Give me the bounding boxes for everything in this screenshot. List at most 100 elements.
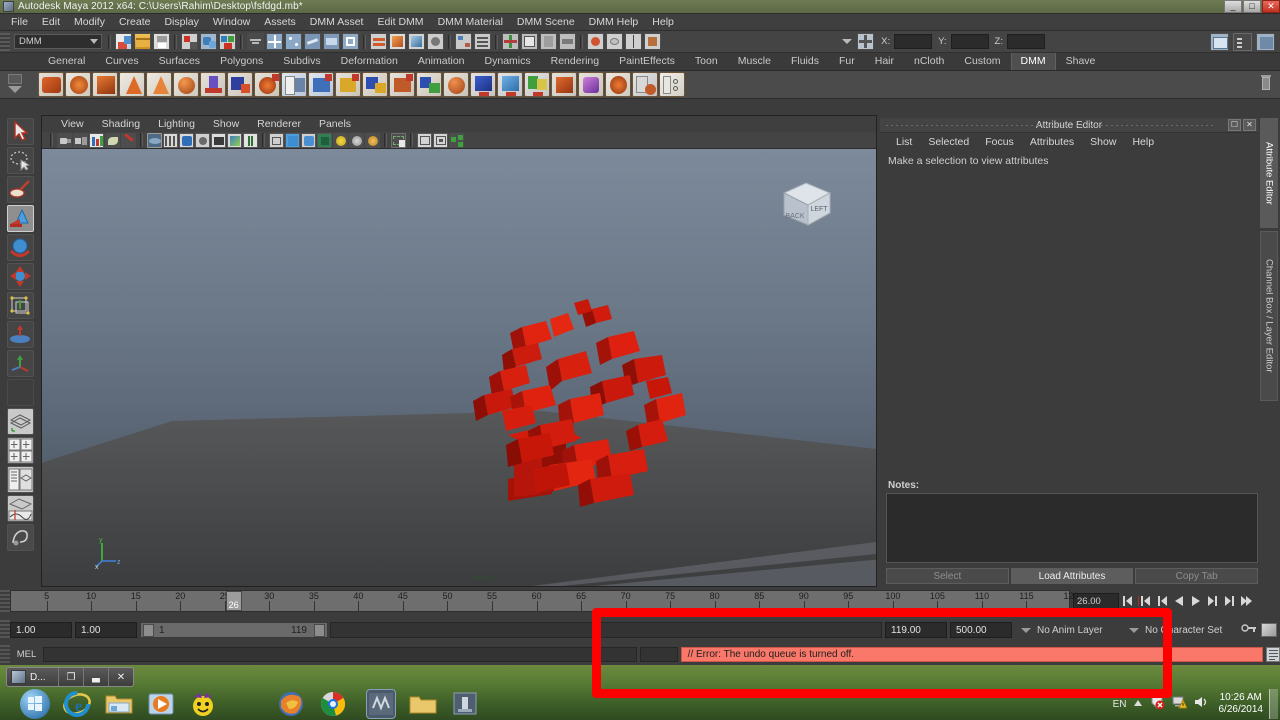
range-start-handle[interactable]	[143, 623, 154, 637]
script-editor-icon[interactable]	[1266, 646, 1280, 662]
save-scene-icon[interactable]	[153, 33, 170, 50]
shelf-dmm-wire-icon[interactable]	[65, 72, 91, 97]
use-all-lights-icon[interactable]	[285, 132, 300, 148]
animation-preferences-icon[interactable]	[1261, 623, 1277, 637]
shelf-tab-painteffects[interactable]: PaintEffects	[609, 52, 685, 70]
shelf-tab-custom[interactable]: Custom	[954, 52, 1010, 70]
snap-to-grid-icon[interactable]	[266, 33, 283, 50]
single-perspective-layout-icon[interactable]	[6, 408, 34, 435]
taskbar-minimize-button[interactable]: ▃	[83, 668, 108, 686]
menu-assets[interactable]: Assets	[257, 15, 303, 29]
windows-explorer-icon[interactable]	[104, 689, 134, 719]
shelf-tab-hair[interactable]: Hair	[865, 52, 904, 70]
two-dimensional-pan-zoom-icon[interactable]	[105, 132, 120, 148]
shelf-tab-surfaces[interactable]: Surfaces	[149, 52, 210, 70]
select-by-object-type-icon[interactable]	[200, 33, 217, 50]
shelf-dmm-pink-icon[interactable]	[578, 72, 604, 97]
taskbar-window-title[interactable]: D...	[30, 672, 46, 683]
soft-select-icon[interactable]	[606, 33, 623, 50]
paint-select-icon[interactable]	[587, 33, 604, 50]
light-yellow-icon[interactable]	[333, 132, 348, 148]
rotate-tool-icon[interactable]	[6, 234, 34, 261]
smooth-shade-all-icon[interactable]	[163, 132, 178, 148]
range-slider-bar[interactable]: 1 119	[140, 622, 328, 638]
shelf-tab-curves[interactable]: Curves	[95, 52, 148, 70]
media-player-icon[interactable]	[146, 689, 176, 719]
character-set-value[interactable]: No Character Set	[1145, 625, 1241, 636]
taskbar-clock[interactable]: 10:26 AM 6/26/2014	[1219, 692, 1264, 716]
snap-to-point-icon[interactable]	[304, 33, 321, 50]
selection-mode-dropdown[interactable]: DMM	[14, 34, 102, 49]
use-default-lighting-icon[interactable]	[269, 132, 284, 148]
shelf-tab-toon[interactable]: Toon	[685, 52, 728, 70]
play-backwards-button[interactable]	[1171, 592, 1187, 610]
anim-layer-value[interactable]: No Anim Layer	[1037, 625, 1123, 636]
viewport-menu-show[interactable]: Show	[204, 118, 248, 130]
taskbar-close-button[interactable]: ✕	[108, 668, 133, 686]
render-current-frame-icon[interactable]	[389, 33, 406, 50]
viewport-3d-canvas[interactable]: BACK LEFT y x z persp	[42, 149, 876, 586]
menu-dmm-material[interactable]: DMM Material	[431, 15, 510, 29]
viewport-menu-shading[interactable]: Shading	[93, 118, 150, 130]
show-hide-attribute-editor-icon[interactable]	[1233, 32, 1252, 51]
range-end-handle[interactable]	[314, 623, 325, 637]
menu-display[interactable]: Display	[157, 15, 205, 29]
range-start-time-field[interactable]: 1.00	[75, 622, 137, 638]
shelf-dmm-red-break-icon[interactable]	[551, 72, 577, 97]
google-chrome-icon[interactable]	[318, 689, 348, 719]
viewport-menu-lighting[interactable]: Lighting	[149, 118, 204, 130]
hypergraph-icon[interactable]	[455, 33, 472, 50]
close-button[interactable]: ✕	[1262, 0, 1280, 13]
step-back-frame-button[interactable]	[1154, 592, 1170, 610]
ae-menu-selected[interactable]: Selected	[920, 136, 977, 148]
go-to-start-button[interactable]	[1120, 592, 1136, 610]
transform-y-input[interactable]	[950, 34, 989, 49]
ae-menu-list[interactable]: List	[888, 136, 920, 148]
xray-joints-icon[interactable]	[417, 132, 432, 148]
shelf-tab-shave[interactable]: Shave	[1056, 52, 1106, 70]
time-slider-track[interactable]: 5101520253035404550556065707580859095100…	[10, 590, 1079, 612]
menu-create[interactable]: Create	[112, 15, 158, 29]
shelf-dmm-cyan-cube-icon[interactable]	[497, 72, 523, 97]
status-line-grip[interactable]	[0, 32, 10, 51]
shelf-tab-dynamics[interactable]: Dynamics	[475, 52, 541, 70]
wireframe-on-shaded-icon[interactable]	[211, 132, 226, 148]
smooth-shade-selected-icon[interactable]	[179, 132, 194, 148]
help-line-icon[interactable]	[6, 524, 34, 551]
shelf-tab-animation[interactable]: Animation	[408, 52, 475, 70]
tab-attribute-editor[interactable]: Attribute Editor	[1260, 118, 1278, 228]
universal-manipulator-icon[interactable]	[6, 292, 34, 319]
extra-tool-icon[interactable]	[644, 33, 661, 50]
select-camera-icon[interactable]	[57, 132, 72, 148]
menu-dmm-scene[interactable]: DMM Scene	[510, 15, 582, 29]
ae-menu-help[interactable]: Help	[1124, 136, 1162, 148]
ae-menu-attributes[interactable]: Attributes	[1022, 136, 1082, 148]
internet-explorer-icon[interactable]: e	[62, 689, 92, 719]
taskbar-restore-button[interactable]: ❐	[58, 668, 83, 686]
last-tool-used-icon[interactable]	[6, 350, 34, 377]
flat-shade-icon[interactable]	[195, 132, 210, 148]
shelf-tab-ncloth[interactable]: nCloth	[904, 52, 954, 70]
shelf-dmm-paint-icon[interactable]	[443, 72, 469, 97]
scale-tool-icon[interactable]	[6, 263, 34, 290]
shelf-dmm-glue-icon[interactable]	[362, 72, 388, 97]
snap-to-view-plane-icon[interactable]	[323, 33, 340, 50]
character-set-chevron-down-icon[interactable]	[1129, 627, 1139, 633]
play-forwards-button[interactable]	[1188, 592, 1204, 610]
texture-display-icon[interactable]	[227, 132, 242, 148]
shelf-dmm-constraint-icon[interactable]	[389, 72, 415, 97]
paint-selection-tool-icon[interactable]	[6, 176, 34, 203]
select-tool-icon[interactable]	[6, 118, 34, 145]
channel-box-toggle-icon[interactable]	[540, 33, 557, 50]
volume-icon[interactable]	[1193, 695, 1209, 714]
menu-modify[interactable]: Modify	[67, 15, 112, 29]
show-hide-modeling-toolkit-icon[interactable]	[1210, 32, 1229, 51]
soft-modification-tool-icon[interactable]	[6, 321, 34, 348]
show-desktop-button[interactable]	[1269, 689, 1278, 719]
shelf-dmm-ball-icon[interactable]	[173, 72, 199, 97]
attribute-editor-toggle-icon[interactable]	[521, 33, 538, 50]
light-orange-icon[interactable]	[365, 132, 380, 148]
menu-dmm-help[interactable]: DMM Help	[582, 15, 646, 29]
shelf-dmm-green-cube-icon[interactable]	[524, 72, 550, 97]
tab-channel-box-layer-editor[interactable]: Channel Box / Layer Editor	[1260, 231, 1278, 401]
